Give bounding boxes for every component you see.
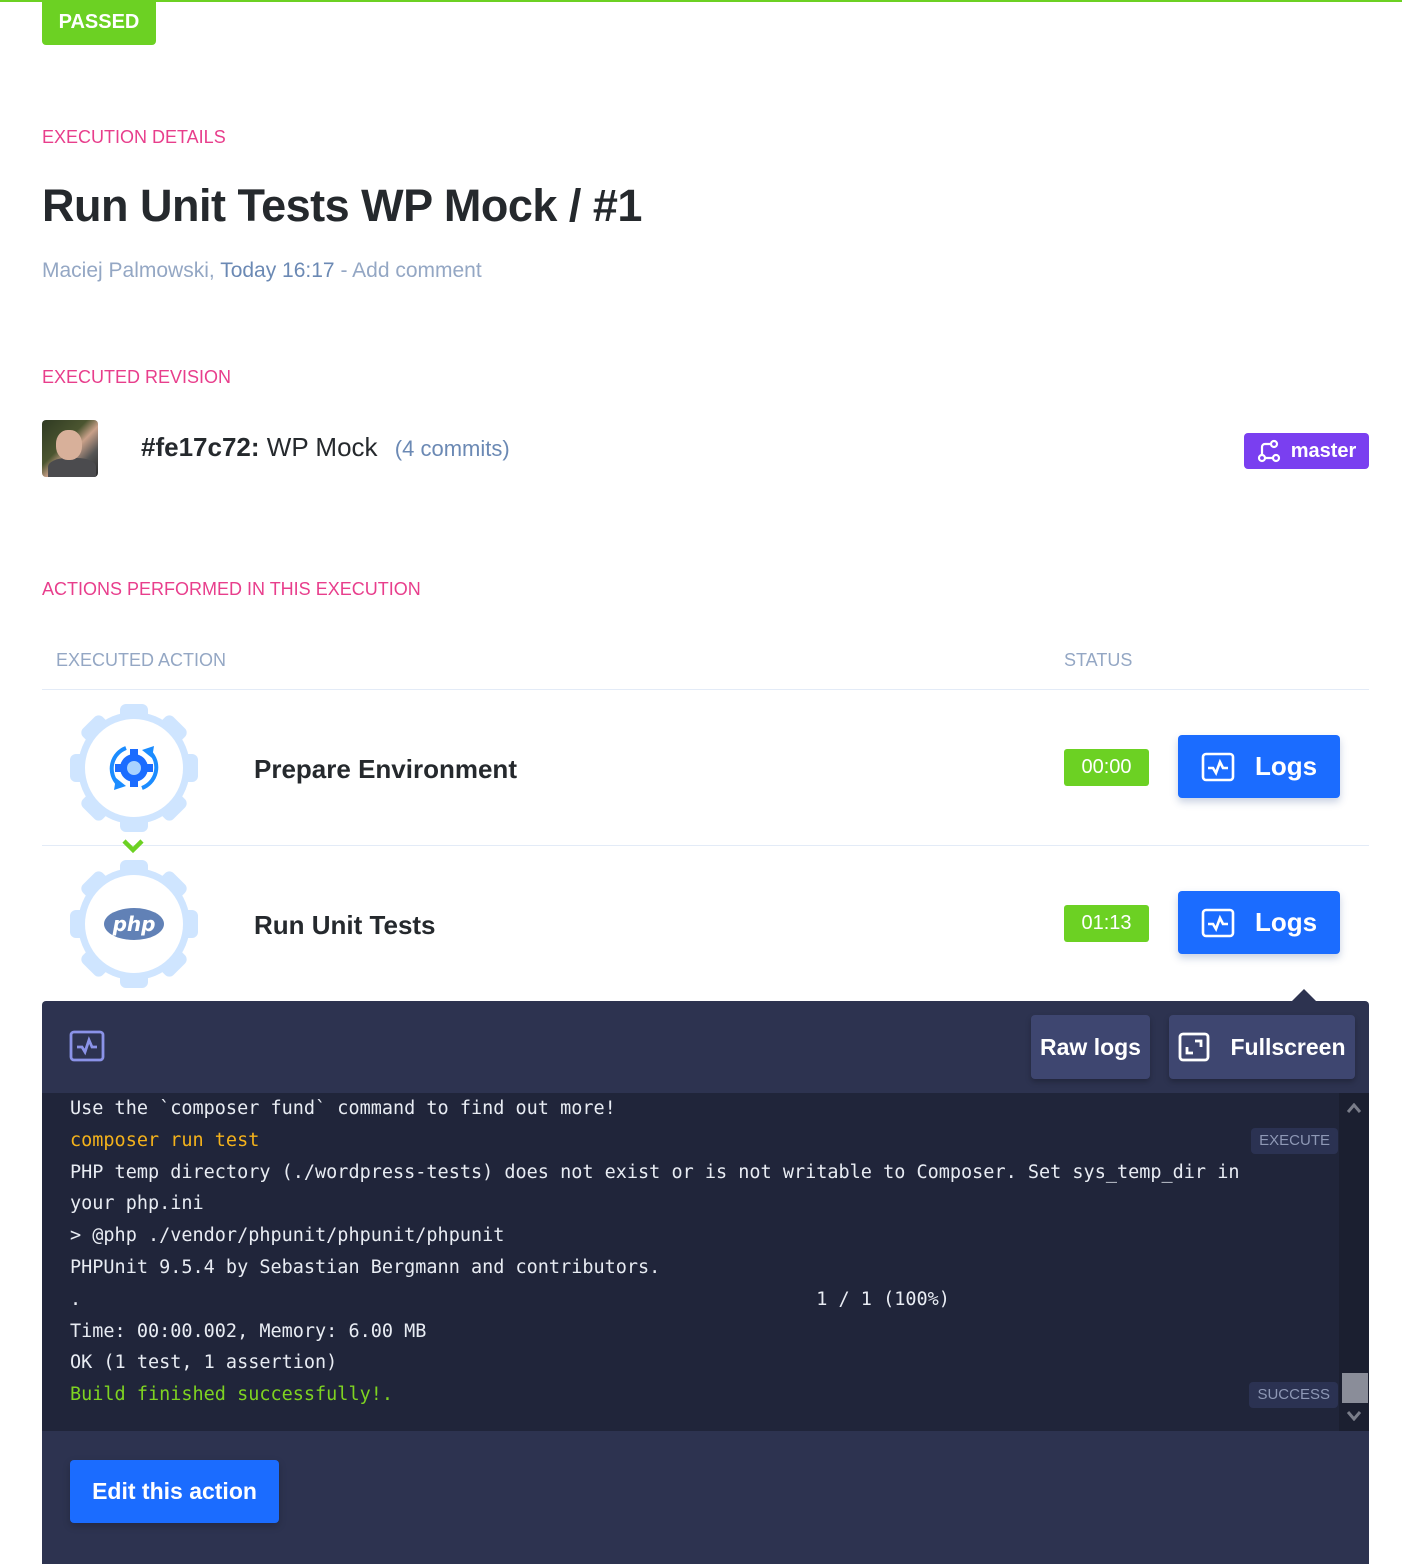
commits-link[interactable]: (4 commits) [395, 436, 510, 461]
fullscreen-label: Fullscreen [1230, 1033, 1346, 1060]
log-line-text: Use the `composer fund` command to find … [70, 1098, 616, 1119]
action-name: Run Unit Tests [254, 910, 436, 940]
raw-logs-button[interactable]: Raw logs [1031, 1015, 1150, 1079]
branch-badge[interactable]: master [1244, 433, 1369, 469]
revision-hash[interactable]: #fe17c72: [141, 432, 260, 462]
execution-time: Today 16:17 [220, 259, 335, 282]
column-status: STATUS [1064, 650, 1133, 670]
log-line: your php.ini [70, 1188, 1310, 1220]
executed-revision-label: EXECUTED REVISION [42, 367, 232, 387]
log-panel: Raw logs Fullscreen Use the `composer fu… [42, 1001, 1369, 1564]
edit-action-button[interactable]: Edit this action [70, 1460, 279, 1523]
log-line: . 1 / 1 (100%) [70, 1284, 1310, 1316]
action-name: Prepare Environment [254, 754, 517, 784]
environment-gear-icon [70, 704, 198, 832]
logs-label: Logs [1254, 751, 1318, 781]
fullscreen-icon [1179, 1032, 1210, 1062]
log-line: Use the `composer fund` command to find … [70, 1093, 1310, 1125]
meta-separator: - [334, 259, 353, 282]
logs-label: Logs [1254, 907, 1318, 937]
scroll-down-button[interactable] [1339, 1401, 1369, 1431]
log-line-tag: EXECUTE [1251, 1127, 1338, 1154]
actions-table-header: EXECUTED ACTION STATUS [42, 650, 1369, 690]
log-line-text: your php.ini [70, 1193, 204, 1215]
activity-icon [1201, 752, 1235, 781]
revision-info: #fe17c72: WP Mock (4 commits) [141, 432, 510, 463]
revision-message: WP Mock [266, 432, 378, 462]
branch-icon [1257, 439, 1280, 463]
activity-icon [1201, 908, 1235, 937]
duration-badge: 01:13 [1064, 905, 1149, 942]
action-row: php Run Unit Tests 01:13 Logs [42, 846, 1369, 1002]
log-line: composer run test EXECUTE [70, 1125, 1338, 1157]
branch-name: master [1290, 439, 1357, 462]
php-icon: php [70, 860, 198, 988]
status-top-line [0, 0, 1402, 2]
log-line-tag: SUCCESS [1249, 1382, 1338, 1409]
actions-label: ACTIONS PERFORMED IN THIS EXECUTION [42, 579, 421, 599]
execution-meta: Maciej Palmowski, Today 16:17 - Add comm… [42, 259, 482, 283]
raw-logs-label: Raw logs [1040, 1033, 1141, 1060]
scroll-up-button[interactable] [1339, 1093, 1369, 1123]
activity-icon [69, 1030, 105, 1062]
log-line-text: Build finished successfully!. [70, 1384, 394, 1406]
chevron-up-icon [1347, 1103, 1361, 1113]
svg-text:php: php [112, 912, 156, 936]
log-line: PHP temp directory (./wordpress-tests) d… [70, 1157, 1310, 1189]
log-line-text: . 1 / 1 (100%) [70, 1288, 950, 1310]
logs-button[interactable]: Logs [1178, 735, 1340, 798]
log-line: Time: 00:00.002, Memory: 6.00 MB [70, 1316, 1310, 1348]
log-line: > @php ./vendor/phpunit/phpunit/phpunit [70, 1220, 1310, 1252]
scroll-thumb[interactable] [1342, 1373, 1368, 1403]
column-executed-action: EXECUTED ACTION [56, 650, 227, 670]
execution-details-label: EXECUTION DETAILS [42, 127, 226, 147]
fullscreen-button[interactable]: Fullscreen [1169, 1015, 1355, 1079]
add-comment-link[interactable]: Add comment [352, 259, 482, 282]
chevron-down-icon [1347, 1411, 1361, 1421]
log-console: Use the `composer fund` command to find … [42, 1093, 1369, 1431]
log-line-text: OK (1 test, 1 assertion) [70, 1352, 338, 1374]
log-line-text: PHPUnit 9.5.4 by Sebastian Bergmann and … [70, 1256, 661, 1278]
log-line-text: PHP temp directory (./wordpress-tests) d… [70, 1161, 1240, 1183]
log-line: OK (1 test, 1 assertion) [70, 1347, 1310, 1379]
log-line-text: > @php ./vendor/phpunit/phpunit/phpunit [70, 1225, 505, 1247]
log-lines: Use the `composer fund` command to find … [70, 1093, 1338, 1411]
log-line-text: Time: 00:00.002, Memory: 6.00 MB [70, 1320, 427, 1342]
log-line-text: composer run test [70, 1129, 260, 1151]
duration-badge: 00:00 [1064, 749, 1149, 786]
execution-status-badge: PASSED [42, 0, 156, 45]
log-line: PHPUnit 9.5.4 by Sebastian Bergmann and … [70, 1252, 1310, 1284]
action-row: Prepare Environment 00:00 Logs [42, 690, 1369, 846]
log-line: Build finished successfully!. SUCCESS [70, 1379, 1338, 1411]
log-scrollbar[interactable] [1339, 1093, 1369, 1431]
author-name: Maciej Palmowski, [42, 259, 215, 282]
page-title: Run Unit Tests WP Mock / #1 [42, 180, 642, 231]
logs-button[interactable]: Logs [1178, 891, 1340, 954]
author-avatar [42, 420, 98, 477]
